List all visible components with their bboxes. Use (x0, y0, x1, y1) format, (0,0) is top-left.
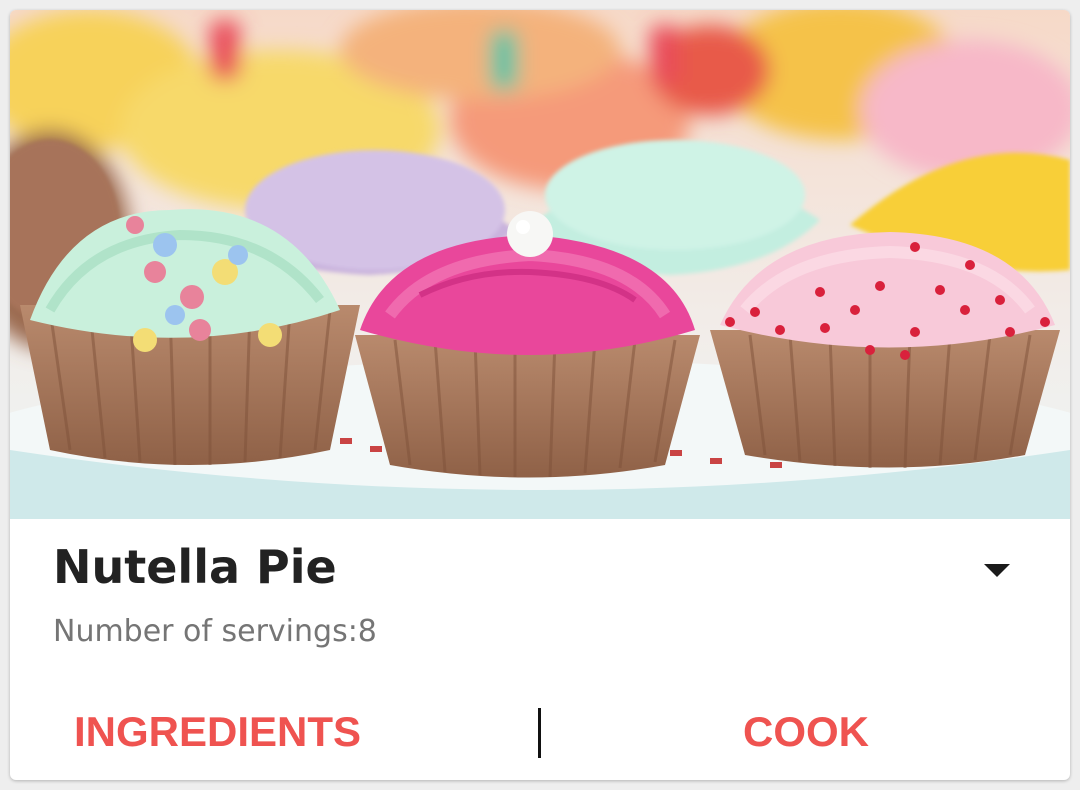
cupcakes-image (10, 10, 1070, 519)
expand-button[interactable] (975, 552, 1019, 588)
recipe-title: Nutella Pie (53, 540, 337, 594)
servings-text: Number of servings:8 (53, 614, 377, 649)
cook-button[interactable]: COOK (743, 692, 869, 772)
chevron-down-icon (984, 563, 1010, 577)
card-actions: INGREDIENTS COOK (10, 692, 1070, 772)
recipe-card: Nutella Pie Number of servings:8 INGREDI… (10, 10, 1070, 780)
recipe-photo (10, 10, 1070, 519)
action-divider (538, 708, 541, 758)
ingredients-button[interactable]: INGREDIENTS (74, 692, 361, 772)
